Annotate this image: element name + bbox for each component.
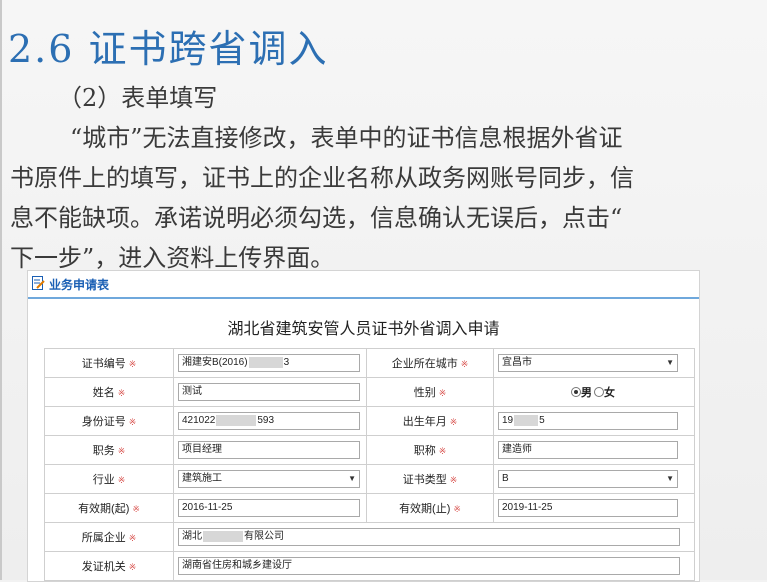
slide-body: （2）表单填写 “城市”无法直接修改，表单中的证书信息根据外省证 书原件上的填写… [10,78,710,278]
redacted-mask [249,357,283,368]
issuer-cell: 湖南省住房和城乡建设厅 [174,552,695,581]
slide-edge [0,0,2,580]
form-row: 身份证号※ 421022593 出生年月※ 195 [45,407,695,436]
form-row: 有效期(起)※ 2016-11-25 有效期(止)※ 2019-11-25 [45,494,695,523]
id-no-input[interactable]: 421022593 [178,412,360,430]
redacted-mask [216,415,256,426]
form-edit-icon [32,276,45,291]
duty-cell: 项目经理 [174,436,367,465]
company-cell: 湖北有限公司 [174,523,695,552]
title-label: 职称※ [367,436,494,465]
slide-title: 2.6 证书跨省调入 [8,18,329,73]
window-header: 业务申请表 [28,271,699,299]
cert-no-label: 证书编号※ [45,349,174,378]
industry-cell: 建筑施工▼ [174,465,367,494]
city-cell: 宜昌市▼ [494,349,695,378]
form-title: 湖北省建筑安管人员证书外省调入申请 [28,315,699,339]
paragraph-line-2: 书原件上的填写，证书上的企业名称从政务网账号同步，信 [10,158,710,198]
cert-no-input[interactable]: 湘建安B(2016)3 [178,354,360,372]
industry-label: 行业※ [45,465,174,494]
slide-subheading: （2）表单填写 [10,78,710,118]
cert-type-label: 证书类型※ [367,465,494,494]
gender-female-label: 女 [604,387,615,399]
cert-no-cell: 湘建安B(2016)3 [174,349,367,378]
dropdown-caret-icon: ▼ [666,355,674,371]
valid-to-label: 有效期(止)※ [367,494,494,523]
city-select[interactable]: 宜昌市▼ [498,354,678,372]
cert-type-cell: B▼ [494,465,695,494]
birth-label: 出生年月※ [367,407,494,436]
application-form-table: 证书编号※ 湘建安B(2016)3 企业所在城市※ 宜昌市▼ 姓名※ 测试 性别… [44,348,695,582]
gender-label: 性别※ [367,378,494,407]
name-input[interactable]: 测试 [178,383,360,401]
gender-male-label: 男 [581,387,592,399]
birth-cell: 195 [494,407,695,436]
valid-from-label: 有效期(起)※ [45,494,174,523]
id-no-cell: 421022593 [174,407,367,436]
application-form-window: 业务申请表 湖北省建筑安管人员证书外省调入申请 证书编号※ 湘建安B(2016)… [27,270,700,582]
duty-label: 职务※ [45,436,174,465]
company-input[interactable]: 湖北有限公司 [178,528,680,546]
gender-radio-group: 男女 [494,378,695,407]
valid-from-input[interactable]: 2016-11-25 [178,499,360,517]
form-row: 姓名※ 测试 性别※ 男女 [45,378,695,407]
valid-from-cell: 2016-11-25 [174,494,367,523]
paragraph-line-3: 息不能缺项。承诺说明必须勾选，信息确认无误后，点击“ [10,198,710,238]
gender-male-radio[interactable] [571,387,581,397]
valid-to-cell: 2019-11-25 [494,494,695,523]
form-row: 行业※ 建筑施工▼ 证书类型※ B▼ [45,465,695,494]
dropdown-caret-icon: ▼ [348,471,356,487]
name-label: 姓名※ [45,378,174,407]
title-cell: 建造师 [494,436,695,465]
birth-input[interactable]: 195 [498,412,678,430]
form-row: 发证机关※ 湖南省住房和城乡建设厅 [45,552,695,581]
redacted-mask [514,415,538,426]
title-input[interactable]: 建造师 [498,441,678,459]
industry-select[interactable]: 建筑施工▼ [178,470,360,488]
id-no-label: 身份证号※ [45,407,174,436]
paragraph-line-1: “城市”无法直接修改，表单中的证书信息根据外省证 [10,118,710,158]
cert-type-select[interactable]: B▼ [498,470,678,488]
city-label: 企业所在城市※ [367,349,494,378]
window-header-title: 业务申请表 [49,276,109,293]
dropdown-caret-icon: ▼ [666,471,674,487]
issuer-label: 发证机关※ [45,552,174,581]
gender-female-radio[interactable] [594,387,604,397]
redacted-mask [203,531,243,542]
issuer-input[interactable]: 湖南省住房和城乡建设厅 [178,557,680,575]
valid-to-input[interactable]: 2019-11-25 [498,499,678,517]
form-row: 职务※ 项目经理 职称※ 建造师 [45,436,695,465]
form-row: 所属企业※ 湖北有限公司 [45,523,695,552]
form-row: 证书编号※ 湘建安B(2016)3 企业所在城市※ 宜昌市▼ [45,349,695,378]
company-label: 所属企业※ [45,523,174,552]
name-cell: 测试 [174,378,367,407]
duty-input[interactable]: 项目经理 [178,441,360,459]
